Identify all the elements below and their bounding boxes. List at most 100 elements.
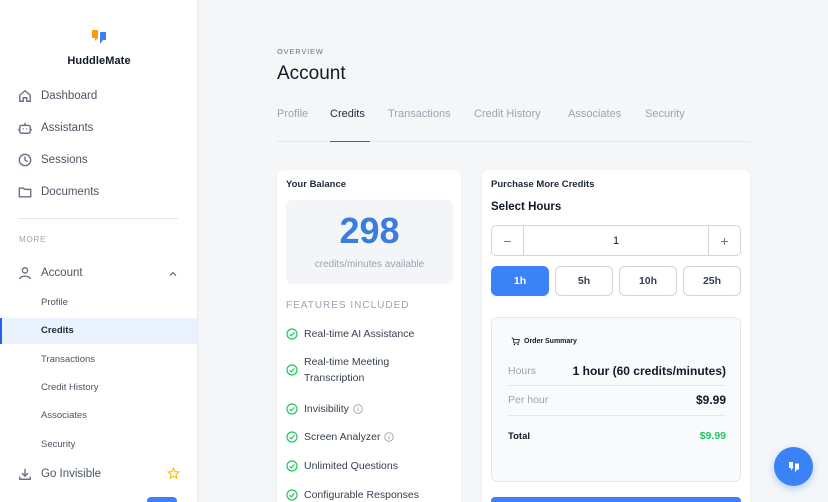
preset-1h-button[interactable]: 1h xyxy=(491,266,549,296)
tab-associates[interactable]: Associates xyxy=(568,108,621,120)
feature-label: Screen Analyzer xyxy=(304,431,381,443)
summary-row-per-hour: Per hour $9.99 xyxy=(508,393,726,407)
order-summary: Order Summary Hours 1 hour (60 credits/m… xyxy=(491,317,741,482)
nav-dashboard[interactable]: Dashboard xyxy=(18,86,97,106)
section-label-more: MORE xyxy=(19,235,47,244)
hours-label: Hours xyxy=(508,365,537,377)
check-circle-icon xyxy=(286,364,298,376)
purchase-card-title: Purchase More Credits xyxy=(491,179,595,190)
feature-label: Real-time AI Assistance xyxy=(304,328,415,340)
feature-label: Real-time Meeting xyxy=(304,356,390,368)
sidebar-item-transactions[interactable]: Transactions xyxy=(41,354,95,365)
nav-dashboard-label: Dashboard xyxy=(41,90,98,102)
check-circle-icon xyxy=(286,328,298,340)
nav-go-invisible[interactable]: Go Invisible xyxy=(18,464,101,484)
tab-profile[interactable]: Profile xyxy=(277,108,308,120)
hours-value: 1 hour (60 credits/minutes) xyxy=(572,364,726,378)
per-hour-value: $9.99 xyxy=(695,393,726,407)
clock-icon xyxy=(18,153,32,167)
sidebar-divider xyxy=(18,218,178,219)
tab-security[interactable]: Security xyxy=(645,108,685,120)
nav-documents[interactable]: Documents xyxy=(18,182,99,202)
per-hour-label: Per hour xyxy=(508,394,549,406)
feature-label: Unlimited Questions xyxy=(304,460,398,472)
user-icon xyxy=(18,266,32,280)
feature-label-line2: Transcription xyxy=(304,372,365,384)
sidebar-item-credits-label: Credits xyxy=(41,325,74,336)
summary-row-hours: Hours 1 hour (60 credits/minutes) xyxy=(508,364,726,378)
nav-assistants[interactable]: Assistants xyxy=(18,118,93,138)
hours-input[interactable] xyxy=(524,226,708,255)
feature-item: Screen Analyzer xyxy=(286,429,395,445)
home-icon xyxy=(18,89,32,103)
nav-sessions-label: Sessions xyxy=(41,154,88,166)
chevron-up-icon[interactable] xyxy=(168,269,178,279)
check-circle-icon xyxy=(286,460,298,472)
select-hours-label: Select Hours xyxy=(491,201,562,213)
feature-item: Invisibility xyxy=(286,401,363,417)
feature-label: Invisibility xyxy=(304,403,349,415)
app-name: HuddleMate xyxy=(67,55,131,67)
chat-icon xyxy=(788,461,799,472)
feature-item: Unlimited Questions xyxy=(286,458,398,474)
tab-credit-history[interactable]: Credit History xyxy=(474,108,541,120)
feature-label: Configurable Responses xyxy=(304,489,419,501)
purchase-card: Purchase More Credits Select Hours − + 1… xyxy=(482,170,750,502)
feature-item: Real-time AI Assistance xyxy=(286,326,414,342)
purchase-button[interactable] xyxy=(491,497,741,502)
sidebar: HuddleMate Dashboard Assistants Sessions… xyxy=(0,0,198,502)
logo-icon xyxy=(92,30,106,44)
sidebar-item-security[interactable]: Security xyxy=(41,439,75,450)
sidebar-bottom-button[interactable] xyxy=(147,497,177,502)
nav-go-invisible-label: Go Invisible xyxy=(41,468,102,480)
cart-icon xyxy=(511,337,520,346)
folder-icon xyxy=(18,185,32,199)
balance-value: 298 xyxy=(339,210,400,251)
summary-row-total: Total $9.99 xyxy=(508,430,726,442)
feature-item: Real-time Meeting Transcription xyxy=(286,354,389,386)
balance-caption: credits/minutes available xyxy=(314,259,425,270)
increment-button[interactable]: + xyxy=(708,226,740,255)
check-circle-icon xyxy=(286,431,298,443)
balance-card: Your Balance 298 credits/minutes availab… xyxy=(277,170,461,502)
preset-5h-button[interactable]: 5h xyxy=(555,266,613,296)
summary-divider xyxy=(508,415,726,416)
order-summary-title: Order Summary xyxy=(524,338,577,345)
nav-sessions[interactable]: Sessions xyxy=(18,150,88,170)
sidebar-item-profile[interactable]: Profile xyxy=(41,297,68,308)
sidebar-item-credits[interactable]: Credits xyxy=(0,318,197,344)
summary-divider xyxy=(508,385,726,386)
preset-25h-button[interactable]: 25h xyxy=(683,266,741,296)
nav-account-label: Account xyxy=(41,267,83,279)
preset-10h-button[interactable]: 10h xyxy=(619,266,677,296)
decrement-button[interactable]: − xyxy=(492,226,524,255)
nav-account[interactable]: Account xyxy=(18,263,83,283)
hours-stepper: − + xyxy=(491,225,741,256)
chat-launcher-button[interactable] xyxy=(774,447,813,486)
active-tab-indicator xyxy=(330,141,370,142)
page-overline: OVERVIEW xyxy=(277,47,324,56)
star-icon[interactable] xyxy=(167,467,180,480)
nav-documents-label: Documents xyxy=(41,186,100,198)
nav-assistants-label: Assistants xyxy=(41,122,94,134)
info-icon[interactable] xyxy=(353,404,363,414)
page-title: Account xyxy=(277,63,346,84)
balance-box: 298 credits/minutes available xyxy=(286,200,453,284)
tab-transactions[interactable]: Transactions xyxy=(388,108,451,120)
total-label: Total xyxy=(508,430,530,442)
features-title: FEATURES INCLUDED xyxy=(286,300,410,311)
download-icon xyxy=(18,467,32,481)
robot-icon xyxy=(18,121,32,135)
check-circle-icon xyxy=(286,489,298,501)
sidebar-item-associates[interactable]: Associates xyxy=(41,410,87,421)
feature-item: Configurable Responses xyxy=(286,487,419,502)
order-summary-header: Order Summary xyxy=(511,337,577,346)
feature-label-wrap: Real-time Meeting Transcription xyxy=(304,354,389,386)
app-logo[interactable]: HuddleMate xyxy=(0,27,198,67)
account-tabs: Profile Credits Transactions Credit Hist… xyxy=(277,108,750,142)
sidebar-item-credit-history[interactable]: Credit History xyxy=(41,382,99,393)
info-icon[interactable] xyxy=(384,432,395,442)
tab-credits[interactable]: Credits xyxy=(330,108,365,120)
balance-card-title: Your Balance xyxy=(286,179,347,190)
check-circle-icon xyxy=(286,403,298,415)
